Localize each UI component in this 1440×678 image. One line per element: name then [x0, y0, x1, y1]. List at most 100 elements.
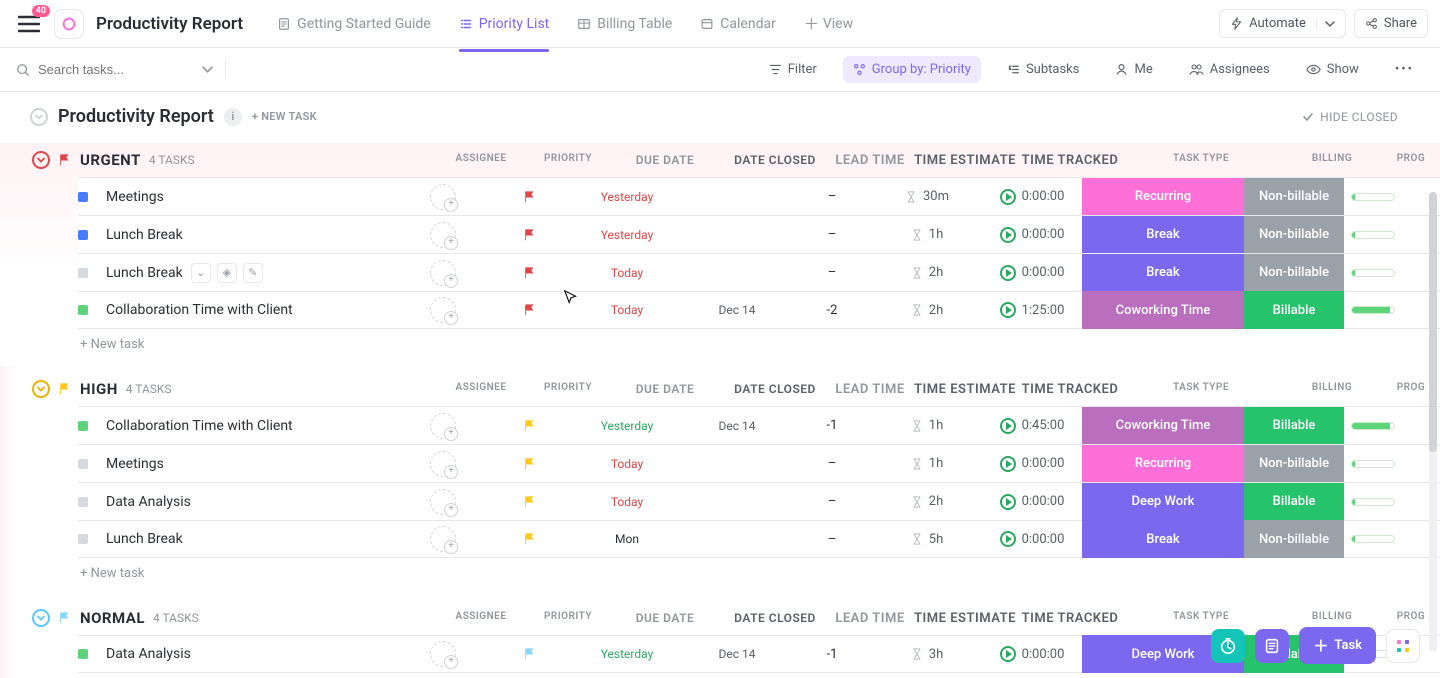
column-header[interactable]: DUE DATE — [610, 611, 720, 626]
column-header[interactable]: TIME TRACKED — [1020, 153, 1120, 168]
billing-tag[interactable]: Non-billable — [1244, 254, 1344, 292]
status-square[interactable] — [78, 459, 88, 469]
vertical-scrollbar[interactable] — [1429, 192, 1437, 652]
billing-tag[interactable]: Billable — [1244, 407, 1344, 445]
task-row[interactable]: Collaboration Time with Client Yesterday… — [78, 406, 1440, 444]
play-icon[interactable] — [1000, 265, 1016, 281]
add-view-button[interactable]: ＋ View — [792, 5, 865, 42]
column-header[interactable]: BILLING — [1282, 153, 1382, 168]
tag-icon[interactable]: ◈ — [217, 263, 237, 283]
progress-bar[interactable] — [1351, 193, 1395, 201]
task-type-tag[interactable]: Recurring — [1082, 178, 1244, 216]
add-assignee-button[interactable] — [430, 489, 456, 515]
play-icon[interactable] — [1000, 531, 1016, 547]
me-button[interactable]: Me — [1105, 56, 1162, 83]
task-type-tag[interactable]: Break — [1082, 520, 1244, 558]
time-estimate-cell[interactable]: 1h — [872, 216, 982, 254]
new-task-inline-button[interactable]: + NEW TASK — [252, 110, 317, 123]
add-assignee-button[interactable] — [430, 184, 456, 210]
time-tracked-cell[interactable]: 0:45:00 — [982, 407, 1082, 445]
column-header[interactable]: DATE CLOSED — [720, 611, 830, 626]
priority-cell[interactable] — [488, 445, 572, 483]
billing-tag[interactable]: Non-billable — [1244, 216, 1344, 254]
assignees-button[interactable]: Assignees — [1179, 56, 1280, 83]
task-row[interactable]: Lunch Break Yesterday – 1h 0:00:00 Break… — [78, 215, 1440, 253]
due-date-cell[interactable]: Today — [572, 254, 682, 292]
play-icon[interactable] — [1000, 494, 1016, 510]
task-type-tag[interactable]: Coworking Time — [1082, 407, 1244, 445]
add-assignee-button[interactable] — [430, 641, 456, 667]
column-header[interactable]: PROG — [1382, 153, 1440, 168]
app-grid-button[interactable] — [1386, 629, 1420, 663]
add-assignee-button[interactable] — [430, 526, 456, 552]
tab-priority-list[interactable]: Priority List — [447, 8, 562, 40]
subtasks-button[interactable]: Subtasks — [997, 56, 1090, 83]
column-header[interactable]: TASK TYPE — [1120, 153, 1282, 168]
add-assignee-button[interactable] — [430, 297, 456, 323]
add-task-row[interactable]: + New task — [32, 329, 1440, 366]
status-square[interactable] — [78, 497, 88, 507]
menu-button[interactable]: 40 — [12, 9, 46, 39]
column-header[interactable]: TIME ESTIMATE — [910, 153, 1020, 168]
column-header[interactable]: LEAD TIME — [830, 611, 910, 626]
time-estimate-cell[interactable]: 1h — [872, 445, 982, 483]
column-header[interactable]: TIME TRACKED — [1020, 382, 1120, 397]
status-square[interactable] — [78, 268, 88, 278]
progress-bar[interactable] — [1351, 231, 1395, 239]
task-type-tag[interactable]: Coworking Time — [1082, 291, 1244, 329]
time-tracked-cell[interactable]: 0:00:00 — [982, 635, 1082, 673]
tab-calendar[interactable]: Calendar — [688, 8, 788, 40]
column-header[interactable]: BILLING — [1282, 611, 1382, 626]
column-header[interactable]: ASSIGNEE — [436, 382, 526, 397]
subtask-icon[interactable]: ⌄ — [191, 263, 211, 283]
time-tracked-cell[interactable]: 0:00:00 — [982, 445, 1082, 483]
column-header[interactable]: PRIORITY — [526, 382, 610, 397]
time-tracked-cell[interactable]: 0:00:00 — [982, 483, 1082, 521]
billing-tag[interactable]: Non-billable — [1244, 178, 1344, 216]
play-icon[interactable] — [1000, 418, 1016, 434]
time-estimate-cell[interactable]: 5h — [872, 520, 982, 558]
share-button[interactable]: Share — [1354, 9, 1428, 38]
progress-bar[interactable] — [1351, 535, 1395, 543]
add-task-row[interactable]: + New task — [32, 558, 1440, 595]
time-tracked-cell[interactable]: 0:00:00 — [982, 254, 1082, 292]
due-date-cell[interactable]: Yesterday — [572, 178, 682, 216]
column-header[interactable]: PRIORITY — [526, 153, 610, 168]
task-row[interactable]: Meetings Today – 1h 0:00:00 Recurring No… — [78, 444, 1440, 482]
task-row[interactable]: Lunch Break Mon – 5h 0:00:00 Break Non-b… — [78, 520, 1440, 558]
column-header[interactable]: DUE DATE — [610, 382, 720, 397]
column-header[interactable]: DUE DATE — [610, 153, 720, 168]
priority-cell[interactable] — [488, 520, 572, 558]
column-header[interactable]: LEAD TIME — [830, 382, 910, 397]
time-tracked-cell[interactable]: 0:00:00 — [982, 216, 1082, 254]
column-header[interactable]: DATE CLOSED — [720, 153, 830, 168]
time-estimate-cell[interactable]: 2h — [872, 254, 982, 292]
due-date-cell[interactable]: Yesterday — [572, 635, 682, 673]
task-row[interactable]: Data Analysis Today – 2h 0:00:00 Deep Wo… — [78, 482, 1440, 520]
chevron-down-icon[interactable] — [202, 64, 213, 75]
due-date-cell[interactable]: Yesterday — [572, 216, 682, 254]
play-icon[interactable] — [1000, 646, 1016, 662]
priority-cell[interactable] — [488, 407, 572, 445]
column-header[interactable]: TASK TYPE — [1120, 382, 1282, 397]
billing-tag[interactable]: Billable — [1244, 483, 1344, 521]
priority-cell[interactable] — [488, 178, 572, 216]
status-square[interactable] — [78, 649, 88, 659]
new-task-fab[interactable]: ＋ Task — [1299, 627, 1376, 664]
priority-cell[interactable] — [488, 635, 572, 673]
automate-button[interactable]: Automate — [1219, 9, 1346, 38]
task-row[interactable]: Meetings Yesterday – 30m 0:00:00 Recurri… — [78, 177, 1440, 215]
column-header[interactable]: LEAD TIME — [830, 153, 910, 168]
task-type-tag[interactable]: Break — [1082, 216, 1244, 254]
hide-closed-button[interactable]: HIDE CLOSED — [1302, 110, 1398, 124]
progress-bar[interactable] — [1351, 498, 1395, 506]
tab-billing-table[interactable]: Billing Table — [565, 8, 684, 40]
time-tracked-cell[interactable]: 1:25:00 — [982, 291, 1082, 329]
filter-button[interactable]: Filter — [759, 56, 827, 83]
status-square[interactable] — [78, 305, 88, 315]
progress-bar[interactable] — [1351, 306, 1395, 314]
column-header[interactable]: DATE CLOSED — [720, 382, 830, 397]
column-header[interactable]: TIME ESTIMATE — [910, 611, 1020, 626]
info-icon[interactable]: i — [224, 108, 242, 126]
play-icon[interactable] — [1000, 302, 1016, 318]
